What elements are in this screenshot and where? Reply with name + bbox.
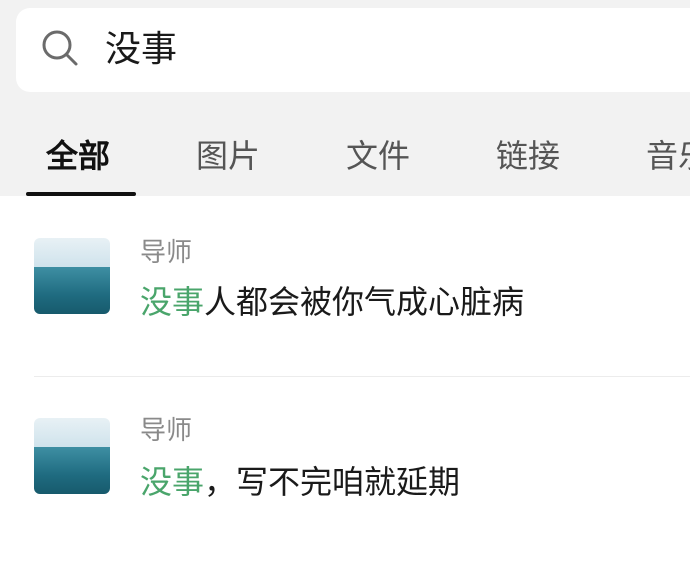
divider	[34, 376, 690, 377]
search-header: 没事	[0, 0, 690, 112]
keyword-highlight: 没事	[140, 283, 205, 321]
avatar	[34, 418, 110, 494]
search-results: 导师 没事人都会被你气成心脏病 导师 没事，写不完咱就延期	[0, 196, 690, 586]
message-rest: 人都会被你气成心脏病	[204, 283, 525, 321]
tab-files[interactable]: 文件	[346, 134, 410, 178]
tab-music[interactable]: 音乐	[646, 134, 690, 178]
sender-name: 导师	[140, 238, 193, 268]
message-rest: ，写不完咱就延期	[204, 463, 461, 501]
avatar	[34, 238, 110, 314]
list-item[interactable]: 导师 没事人都会被你气成心脏病	[0, 196, 690, 377]
search-input[interactable]: 没事	[16, 8, 690, 92]
search-icon	[42, 30, 78, 66]
filter-tabs: 全部 图片 文件 链接 音乐	[0, 112, 690, 196]
keyword-highlight: 没事	[140, 463, 205, 501]
tab-all[interactable]: 全部	[46, 134, 110, 178]
message-text: 没事人都会被你气成心脏病	[140, 280, 524, 324]
message-text: 没事，写不完咱就延期	[140, 460, 460, 504]
list-item[interactable]: 导师 没事，写不完咱就延期	[0, 378, 690, 548]
sender-name: 导师	[140, 416, 193, 446]
search-query: 没事	[105, 29, 178, 70]
tab-links[interactable]: 链接	[496, 134, 560, 178]
tab-images[interactable]: 图片	[196, 134, 260, 178]
